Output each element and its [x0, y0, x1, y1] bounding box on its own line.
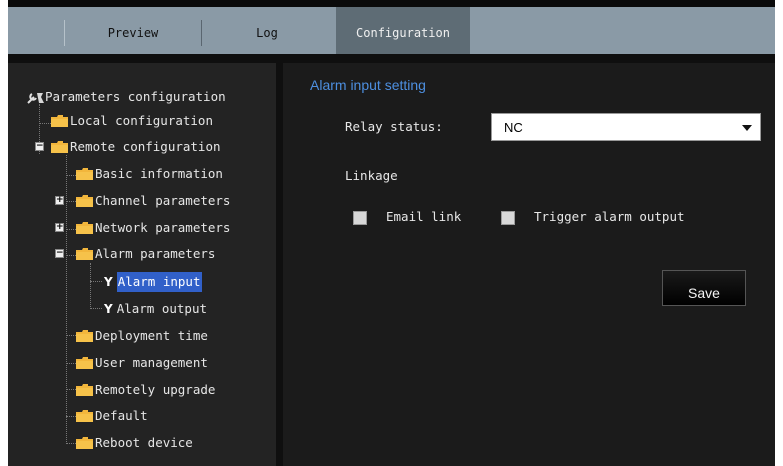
- expand-toggle[interactable]: +: [55, 223, 64, 232]
- tree-item-user-management[interactable]: User management: [76, 352, 208, 372]
- folder-icon: [76, 436, 93, 449]
- relay-status-value: NC: [504, 120, 523, 135]
- tree-item-label: Alarm input: [116, 271, 202, 292]
- tree-item-label: Local configuration: [70, 112, 213, 128]
- tree-connector: [39, 123, 51, 124]
- trigger-alarm-output-checkbox[interactable]: [501, 211, 515, 225]
- tree-item-network-parameters[interactable]: Network parameters: [76, 217, 230, 237]
- tree-root[interactable]: Parameters configuration: [26, 86, 226, 106]
- tab-separator: [201, 20, 202, 46]
- tree-item-basic-information[interactable]: Basic information: [76, 163, 223, 183]
- folder-icon: [76, 221, 93, 234]
- tree-connector: [66, 416, 76, 417]
- wrench-icon: Y: [104, 301, 113, 316]
- tree-item-label: Default: [95, 407, 148, 423]
- folder-icon: [76, 167, 93, 180]
- folder-icon: [51, 114, 68, 127]
- trigger-alarm-output-label: Trigger alarm output: [534, 209, 685, 224]
- tree-connector: [66, 175, 76, 176]
- wrench-icon: Y: [104, 274, 113, 289]
- folder-icon: [76, 194, 93, 207]
- folder-icon: [76, 383, 93, 396]
- tree-item-label: Reboot device: [95, 434, 193, 450]
- tree-item-remotely-upgrade[interactable]: Remotely upgrade: [76, 379, 215, 399]
- relay-status-label: Relay status:: [345, 119, 443, 134]
- tree-item-remote-configuration[interactable]: Remote configuration: [51, 136, 221, 156]
- tree-item-label: Alarm output: [116, 300, 208, 316]
- top-strip: [8, 0, 775, 7]
- folder-icon: [76, 329, 93, 342]
- tree-item-channel-parameters[interactable]: Channel parameters: [76, 190, 230, 210]
- folder-icon: [51, 140, 68, 153]
- tree-connector: [66, 443, 76, 444]
- save-button[interactable]: Save: [662, 270, 746, 306]
- tree-item-label: Remotely upgrade: [95, 381, 216, 397]
- tree-item-label: User management: [95, 354, 208, 370]
- dropdown-arrow-icon: [742, 125, 752, 131]
- collapse-toggle[interactable]: −: [35, 142, 44, 151]
- folder-icon: [76, 356, 93, 369]
- tree-item-label: Alarm parameters: [95, 245, 216, 261]
- tree-connector: [66, 255, 76, 256]
- section-title: Alarm input setting: [310, 77, 426, 93]
- tree-connector: [66, 229, 76, 230]
- tree-item-label: Remote configuration: [70, 138, 221, 154]
- tab-bar: Preview Log Configuration: [8, 7, 775, 54]
- tree-connector: [66, 389, 76, 390]
- email-link-checkbox[interactable]: [353, 211, 367, 225]
- tree-item-alarm-parameters[interactable]: Alarm parameters: [76, 243, 215, 263]
- tree-item-alarm-input[interactable]: Y Alarm input: [104, 271, 202, 292]
- tab-configuration[interactable]: Configuration: [336, 7, 470, 54]
- tree-connector: [66, 363, 76, 364]
- tab-separator: [64, 20, 65, 46]
- tree-item-label: Network parameters: [95, 219, 231, 235]
- folder-icon: [76, 247, 93, 260]
- tools-icon: [26, 91, 44, 104]
- tree-connector: [90, 308, 102, 309]
- tree-item-alarm-output[interactable]: Y Alarm output: [104, 298, 207, 318]
- tree-connector: [66, 201, 76, 202]
- tree-item-deployment-time[interactable]: Deployment time: [76, 325, 208, 345]
- tree-item-label: Basic information: [95, 165, 223, 181]
- tree-connector: [66, 335, 76, 336]
- relay-status-select[interactable]: NC: [491, 113, 761, 141]
- collapse-toggle[interactable]: −: [55, 249, 64, 258]
- tree-connector: [90, 281, 102, 282]
- tab-preview[interactable]: Preview: [68, 7, 198, 54]
- tree-item-reboot-device[interactable]: Reboot device: [76, 432, 193, 452]
- tree-connector: [66, 155, 67, 444]
- tree-item-label: Deployment time: [95, 327, 208, 343]
- tree-root-label: Parameters configuration: [45, 88, 226, 104]
- linkage-label: Linkage: [345, 168, 398, 183]
- tree-item-label: Channel parameters: [95, 192, 231, 208]
- tab-log[interactable]: Log: [204, 7, 330, 54]
- email-link-label: Email link: [386, 209, 462, 224]
- tree-connector: [90, 263, 91, 309]
- folder-icon: [76, 409, 93, 422]
- expand-toggle[interactable]: +: [55, 196, 64, 205]
- tree-item-default[interactable]: Default: [76, 405, 148, 425]
- tree-item-local-configuration[interactable]: Local configuration: [51, 110, 213, 130]
